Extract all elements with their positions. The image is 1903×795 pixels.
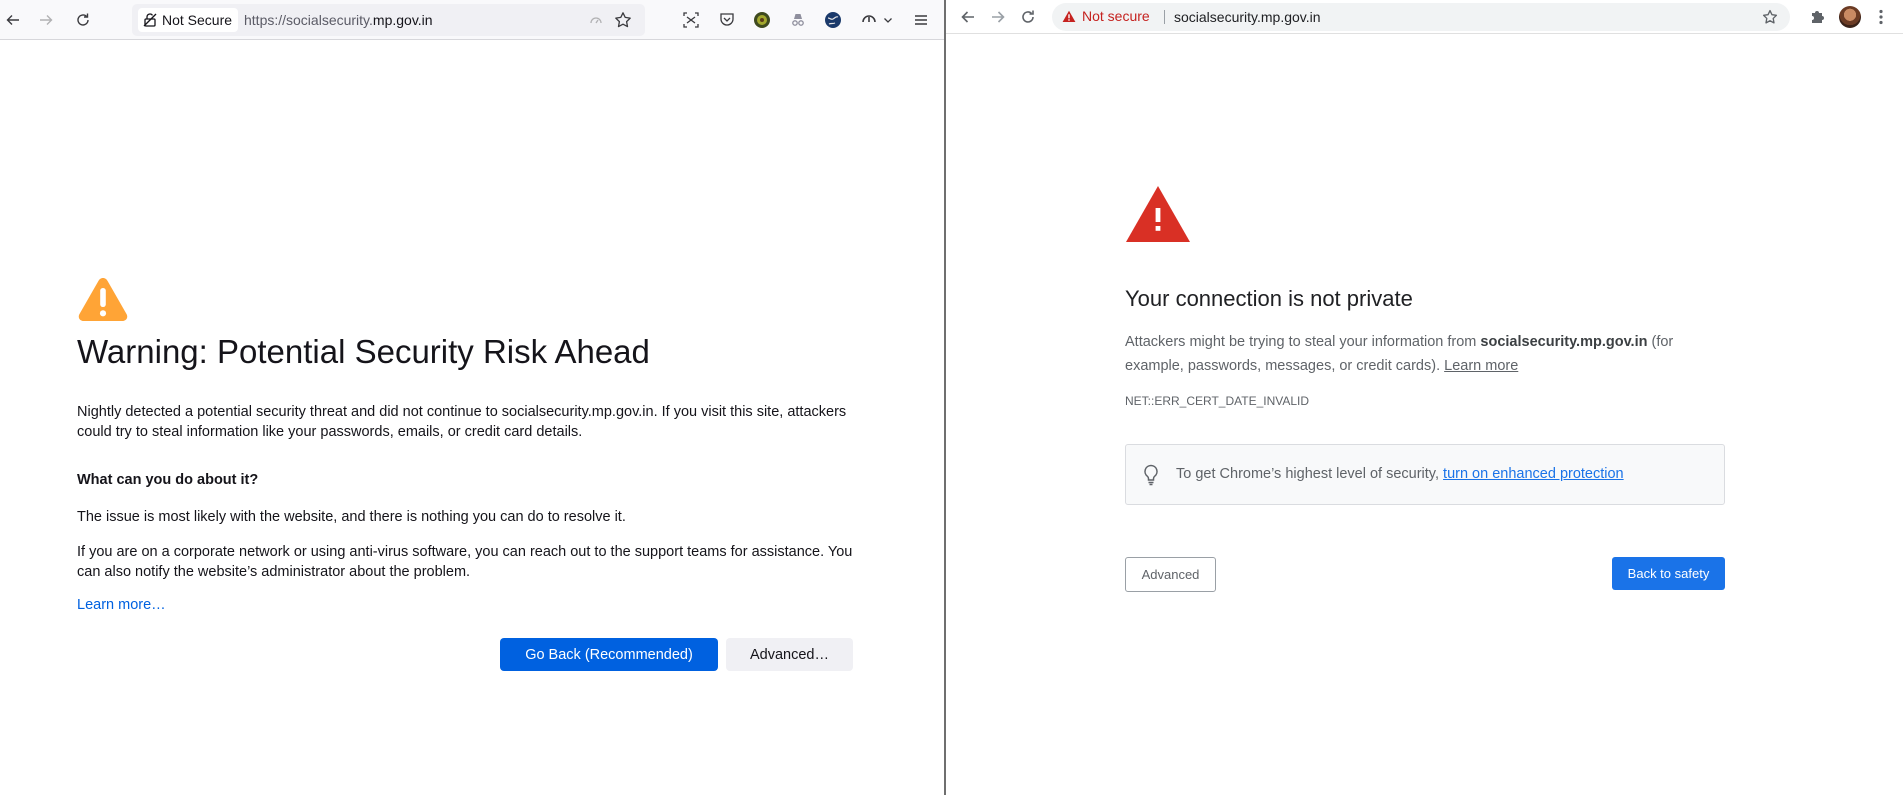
arrow-left-icon	[961, 11, 974, 23]
not-secure-label: Not secure	[1082, 8, 1150, 24]
star-icon	[615, 12, 631, 28]
advanced-button[interactable]: Advanced	[1125, 557, 1216, 592]
go-back-button[interactable]: Go Back (Recommended)	[500, 638, 718, 671]
not-secure-label: Not Secure	[162, 12, 233, 28]
reader-mode-button[interactable]	[585, 9, 607, 31]
profile-avatar[interactable]	[1839, 6, 1861, 28]
warning-triangle-icon	[78, 278, 128, 321]
hamburger-menu-icon	[915, 15, 927, 25]
star-icon	[1762, 9, 1778, 24]
arrow-right-icon	[992, 11, 1005, 23]
site-identity-button[interactable]: Not Secure	[138, 8, 239, 32]
chevron-down-icon	[884, 18, 892, 23]
url-domain: mp.gov.in	[372, 12, 433, 28]
sync-status-button[interactable]	[856, 6, 882, 34]
arrow-right-icon	[40, 15, 53, 25]
pocket-button[interactable]	[714, 6, 740, 34]
warning-triangle-icon	[1062, 10, 1076, 22]
warning-description: Attackers might be trying to steal your …	[1125, 330, 1725, 378]
arrow-left-icon	[6, 15, 19, 25]
extension-badge-icon	[754, 12, 770, 28]
chrome-toolbar: Not secure socialsecurity.mp.gov.in	[946, 0, 1903, 34]
page-title: Your connection is not private	[1125, 286, 1413, 311]
extension-button-2[interactable]	[785, 6, 811, 34]
tip-text-before: To get Chrome’s highest level of securit…	[1176, 466, 1444, 482]
site-domain: socialsecurity.mp.gov.in	[1480, 334, 1648, 350]
resolution-text: The issue is most likely with the websit…	[77, 509, 626, 525]
learn-more-link[interactable]: Learn more…	[77, 597, 166, 613]
omnibox-separator	[1164, 10, 1165, 24]
spy-icon	[792, 14, 804, 26]
url-text[interactable]: socialsecurity.mp.gov.in	[1174, 9, 1321, 25]
learn-more-link[interactable]: Learn more	[1444, 358, 1518, 374]
security-chip[interactable]: Not secure	[1062, 8, 1150, 24]
forward-button[interactable]	[33, 6, 59, 34]
reload-button[interactable]	[70, 6, 96, 34]
firefox-window: Not Secure https://socialsecurity.mp.gov…	[0, 0, 944, 795]
puzzle-piece-icon	[1812, 11, 1824, 23]
extension-button-1[interactable]	[749, 6, 775, 34]
screenshot-button[interactable]	[678, 6, 704, 34]
back-button[interactable]	[0, 6, 26, 34]
pocket-icon	[720, 13, 734, 26]
chrome-menu-button[interactable]	[1871, 3, 1891, 31]
broken-lock-icon	[143, 13, 157, 27]
enhanced-protection-link[interactable]: turn on enhanced protection	[1443, 466, 1624, 482]
url-prefix: https://socialsecurity.	[244, 12, 373, 28]
kebab-menu-icon	[1879, 9, 1883, 25]
lightbulb-icon	[1144, 464, 1158, 486]
back-to-safety-button[interactable]: Back to safety	[1612, 557, 1725, 590]
enhanced-protection-tip: To get Chrome’s highest level of securit…	[1125, 444, 1725, 505]
app-menu-button[interactable]	[908, 6, 934, 34]
reader-mode-icon	[590, 17, 602, 24]
error-code: NET::ERR_CERT_DATE_INVALID	[1125, 394, 1310, 408]
extensions-overflow-button[interactable]	[880, 6, 896, 34]
sync-icon	[862, 15, 876, 23]
reload-icon	[1022, 10, 1034, 23]
forward-button[interactable]	[984, 3, 1012, 31]
warning-description: Nightly detected a potential security th…	[77, 404, 847, 440]
description-text: Attackers might be trying to steal your …	[1125, 334, 1481, 350]
back-button[interactable]	[954, 3, 982, 31]
extensions-button[interactable]	[1803, 3, 1831, 31]
reload-icon	[77, 13, 89, 26]
extension-button-3[interactable]	[820, 6, 846, 34]
support-text: If you are on a corporate network or usi…	[77, 544, 853, 580]
reload-button[interactable]	[1014, 3, 1042, 31]
globe-icon	[825, 12, 841, 28]
section-heading: What can you do about it?	[77, 472, 259, 488]
warning-triangle-icon	[1126, 186, 1190, 242]
bookmark-star-button[interactable]	[612, 9, 634, 31]
chrome-window: Not secure socialsecurity.mp.gov.in Your…	[946, 0, 1903, 795]
advanced-button[interactable]: Advanced…	[726, 638, 853, 671]
firefox-toolbar: Not Secure https://socialsecurity.mp.gov…	[0, 0, 944, 40]
page-title: Warning: Potential Security Risk Ahead	[77, 333, 650, 370]
omnibox[interactable]: Not secure socialsecurity.mp.gov.in	[1052, 3, 1790, 31]
bookmark-star-button[interactable]	[1760, 7, 1780, 27]
screenshot-icon	[683, 12, 699, 28]
address-bar[interactable]: Not Secure https://socialsecurity.mp.gov…	[132, 4, 645, 36]
tip-text: To get Chrome’s highest level of securit…	[1176, 466, 1624, 482]
url-text[interactable]: https://socialsecurity.mp.gov.in	[244, 12, 433, 28]
